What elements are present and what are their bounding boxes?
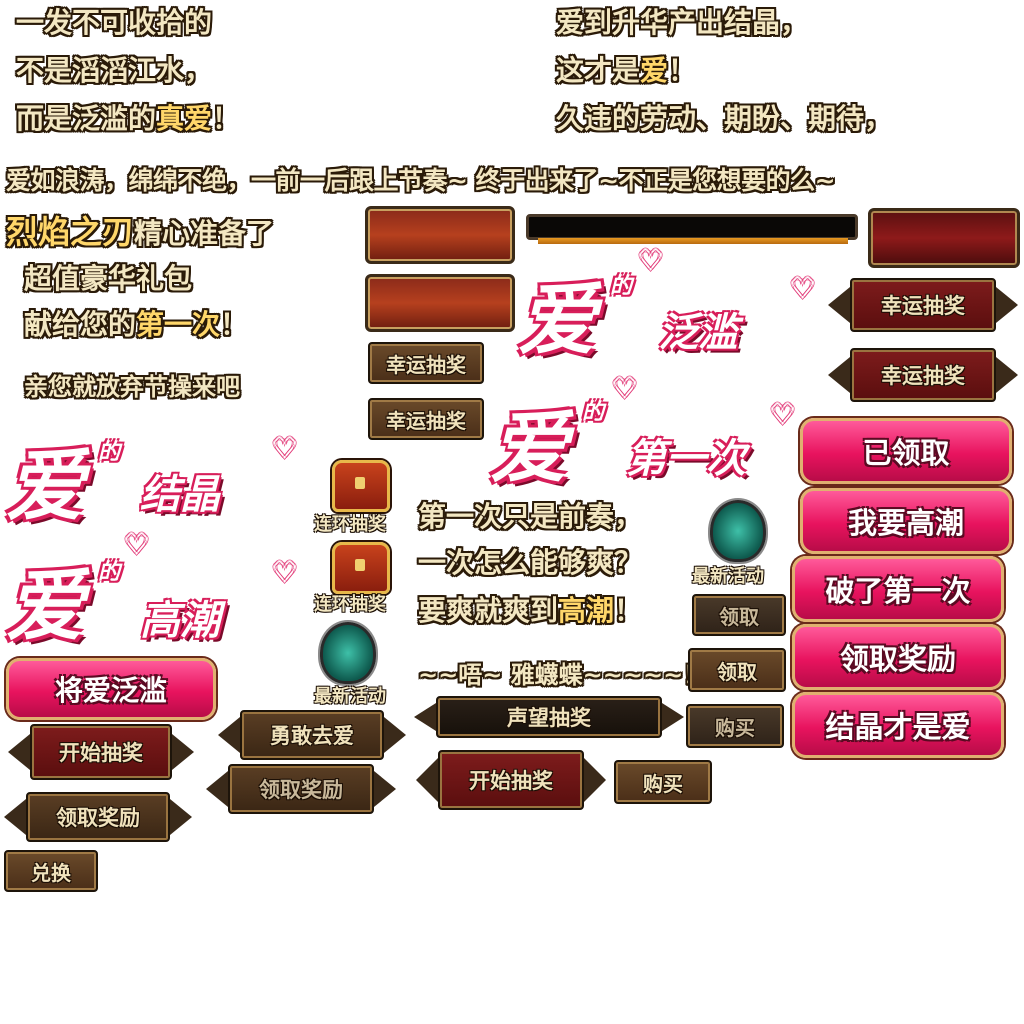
love-title-big: 爱 (6, 442, 85, 532)
arrow-left-icon (414, 703, 436, 731)
crystal-line-2: 这才是爱！ (556, 54, 697, 87)
shield-icon[interactable] (710, 500, 766, 562)
intro-line-3: 而是泛滥的真爱！ (16, 102, 241, 135)
lucky-draw-button-1[interactable]: 幸运抽奖 (368, 342, 484, 384)
heart-icon: ♡ (272, 556, 298, 589)
claimed-button[interactable]: 已领取 (800, 418, 1012, 484)
brave-love-button[interactable]: 勇敢去爱 (218, 710, 406, 760)
lucky-draw-button-2[interactable]: 幸运抽奖 (368, 398, 484, 440)
love-title-sub: 第一次 (626, 436, 746, 482)
love-title-small: 的 (98, 560, 121, 585)
chain-draw-label-1: 连环抽奖 (314, 514, 386, 535)
heart-icon: ♡ (770, 398, 796, 431)
progress-frame (518, 212, 860, 244)
arrow-left-icon (206, 771, 228, 807)
chest-icon[interactable] (332, 460, 390, 512)
start-draw-label: 开始抽奖 (438, 750, 584, 810)
lucky-draw-label: 幸运抽奖 (850, 348, 996, 402)
intro-line-1: 一发不可收拾的 (16, 6, 213, 39)
love-title-small: 的 (582, 400, 605, 425)
love-title-small: 的 (610, 274, 633, 299)
arrow-right-icon (172, 734, 194, 770)
claim-reward-label: 领取奖励 (26, 792, 170, 842)
arrow-right-icon (996, 357, 1018, 393)
start-draw-label: 开始抽奖 (30, 724, 172, 780)
crystal-line-3: 久违的劳动、期盼、期待， (556, 102, 893, 135)
arrow-left-icon (828, 287, 850, 323)
shield-icon[interactable] (320, 622, 376, 684)
love-title-sub: 结晶 (140, 472, 220, 518)
heart-icon: ♡ (612, 372, 638, 405)
once-line: 一次怎么能够爽？ (418, 546, 643, 579)
love-title-sub: 泛滥 (658, 310, 738, 356)
red-bar-2 (365, 274, 515, 332)
lucky-draw-arrow-button-2[interactable]: 幸运抽奖 (828, 348, 1018, 402)
claim-button-1[interactable]: 领取 (692, 594, 786, 636)
arrow-right-icon (584, 758, 606, 802)
intro-line-2: 不是滔滔江水， (16, 54, 213, 87)
love-title-crystal: 爱 的 结晶 (6, 424, 256, 534)
start-draw-button-2[interactable]: 开始抽奖 (416, 750, 606, 810)
heart-icon: ♡ (272, 432, 298, 465)
latest-activity-label-1: 最新活动 (314, 686, 386, 707)
break-first-button[interactable]: 破了第一次 (792, 556, 1004, 622)
claim-reward-label: 领取奖励 (228, 764, 374, 814)
brave-love-label: 勇敢去爱 (240, 710, 384, 760)
red-bar-1 (365, 206, 515, 264)
exchange-button[interactable]: 兑换 (4, 850, 98, 892)
yamete-line: ~~唔~ 雅蠛蝶~~~~~！ (418, 661, 708, 689)
arrow-left-icon (8, 734, 30, 770)
heart-icon: ♡ (638, 244, 664, 277)
arrow-left-icon (828, 357, 850, 393)
start-draw-button-1[interactable]: 开始抽奖 (8, 724, 194, 780)
reputation-draw-button[interactable]: 声望抽奖 (414, 696, 684, 738)
chest-icon[interactable] (332, 542, 390, 594)
want-climax-button[interactable]: 我要高潮 (800, 488, 1012, 554)
love-title-sub: 高潮 (140, 598, 220, 644)
package-line: 超值豪华礼包 (24, 262, 193, 295)
reputation-draw-label: 声望抽奖 (436, 696, 662, 738)
claim-button-2[interactable]: 领取 (688, 648, 786, 692)
come-line: 亲您就放弃节操来吧 (24, 373, 240, 401)
climax-line: 要爽就爽到高潮！ (418, 594, 643, 627)
claim-reward-button-2[interactable]: 领取奖励 (206, 764, 396, 814)
heart-icon: ♡ (790, 272, 816, 305)
arrow-left-icon (416, 758, 438, 802)
arrow-right-icon (384, 717, 406, 753)
claim-reward-pink-button[interactable]: 领取奖励 (792, 624, 1004, 690)
flood-love-button[interactable]: 将爱泛滥 (6, 658, 216, 720)
arrow-right-icon (662, 703, 684, 731)
red-bar-3 (868, 208, 1020, 268)
arrow-left-icon (218, 717, 240, 753)
crystal-love-button[interactable]: 结晶才是爱 (792, 692, 1004, 758)
lucky-draw-arrow-button-1[interactable]: 幸运抽奖 (828, 278, 1018, 332)
crystal-line-1: 爱到升华产出结晶， (556, 6, 809, 39)
love-title-big: 爱 (490, 404, 569, 494)
blade-line: 烈焰之刃精心准备了 (6, 213, 275, 251)
love-title-first: 爱 的 第一次 (490, 386, 790, 496)
love-title-small: 的 (98, 440, 121, 465)
lucky-draw-label: 幸运抽奖 (850, 278, 996, 332)
arrow-left-icon (4, 799, 26, 835)
waves-line: 爱如浪涛，绵绵不绝，一前一后跟上节奏~ 终于出来了~不正是您想要的么~ (6, 166, 836, 195)
buy-button-1[interactable]: 购买 (686, 704, 784, 748)
heart-icon: ♡ (124, 528, 150, 561)
arrow-right-icon (374, 771, 396, 807)
latest-activity-label-2: 最新活动 (692, 566, 764, 587)
arrow-right-icon (996, 287, 1018, 323)
gift-line: 献给您的第一次！ (24, 308, 249, 341)
love-title-big: 爱 (518, 276, 597, 366)
first-line: 第一次只是前奏， (418, 500, 643, 533)
chain-draw-label-2: 连环抽奖 (314, 594, 386, 615)
arrow-right-icon (170, 799, 192, 835)
claim-reward-button-1[interactable]: 领取奖励 (4, 792, 192, 842)
love-title-big: 爱 (6, 562, 85, 652)
buy-button-2[interactable]: 购买 (614, 760, 712, 804)
